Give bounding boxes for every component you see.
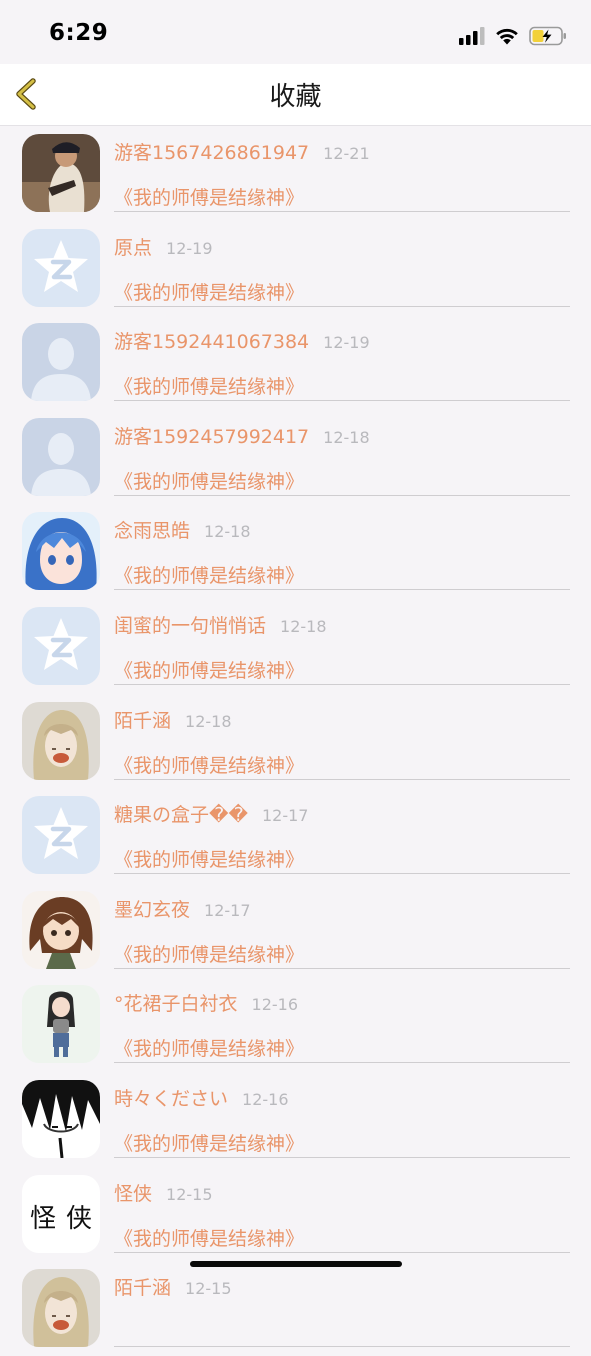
user-name: 游客1567426861947 bbox=[114, 142, 310, 164]
user-name: 陌千涵 bbox=[114, 709, 172, 732]
row-divider bbox=[114, 400, 570, 402]
favorite-date: 12-17 bbox=[261, 806, 309, 826]
book-title[interactable]: 《我的师傅是结缘神》 bbox=[114, 183, 304, 210]
avatar[interactable] bbox=[22, 796, 100, 875]
row-divider bbox=[114, 589, 570, 591]
favorite-date: 12-18 bbox=[323, 427, 370, 447]
avatar[interactable] bbox=[22, 134, 100, 212]
row-divider bbox=[114, 683, 570, 685]
user-name: 墨幻玄夜 bbox=[114, 898, 191, 921]
avatar[interactable] bbox=[22, 701, 100, 780]
favorite-date: 12-17 bbox=[204, 900, 251, 920]
avatar[interactable] bbox=[22, 606, 100, 685]
book-title[interactable]: 《我的师傅是结缘神》 bbox=[114, 278, 304, 305]
book-title[interactable]: 《我的师傅是结缘神》 bbox=[114, 940, 304, 967]
user-name: °花裙子白衬衣 bbox=[114, 993, 238, 1016]
book-title[interactable]: 《我的师傅是结缘神》 bbox=[114, 845, 304, 872]
avatar[interactable] bbox=[22, 890, 100, 969]
book-title[interactable]: 《我的师傅是结缘神》 bbox=[114, 1224, 304, 1251]
list-item[interactable]: 糖果の盒子�� 12-17 《我的师傅是结缘神》 bbox=[0, 788, 591, 883]
favorite-date: 12-21 bbox=[323, 144, 370, 163]
book-title[interactable]: 《我的师傅是结缘神》 bbox=[114, 467, 304, 494]
book-title[interactable]: 《我的师傅是结缘神》 bbox=[114, 372, 304, 399]
list-item[interactable]: 怪侠怪侠 12-15 《我的师傅是结缘神》 bbox=[0, 1167, 591, 1262]
user-name: 怪侠 bbox=[114, 1182, 153, 1205]
list-item[interactable]: 原点 12-19 《我的师傅是结缘神》 bbox=[0, 221, 591, 316]
list-item[interactable]: 游客1567426861947 12-21 《我的师傅是结缘神》 bbox=[0, 126, 591, 221]
list-item[interactable]: 念雨思皓 12-18 《我的师傅是结缘神》 bbox=[0, 504, 591, 599]
list-item[interactable]: 墨幻玄夜 12-17 《我的师傅是结缘神》 bbox=[0, 883, 591, 978]
row-divider bbox=[114, 211, 570, 212]
avatar[interactable] bbox=[22, 1079, 100, 1158]
book-title[interactable]: 《我的师傅是结缘神》 bbox=[114, 656, 304, 683]
row-divider bbox=[114, 1251, 570, 1253]
favorite-date: 12-15 bbox=[166, 1184, 213, 1204]
avatar[interactable] bbox=[22, 1269, 100, 1348]
home-indicator[interactable] bbox=[190, 1261, 402, 1267]
list-item[interactable]: 陌千涵 12-15 bbox=[0, 1261, 591, 1356]
avatar[interactable] bbox=[22, 417, 100, 496]
row-divider bbox=[114, 305, 570, 307]
list-item[interactable]: °花裙子白衬衣 12-16 《我的师傅是结缘神》 bbox=[0, 977, 591, 1072]
cellular-signal-icon bbox=[459, 27, 485, 45]
row-divider bbox=[114, 967, 570, 969]
favorite-date: 12-18 bbox=[185, 711, 232, 731]
book-title[interactable]: 《我的师傅是结缘神》 bbox=[114, 1034, 304, 1061]
avatar[interactable] bbox=[22, 512, 100, 591]
row-divider bbox=[114, 1156, 570, 1158]
avatar[interactable] bbox=[22, 228, 100, 307]
svg-text:怪: 怪 bbox=[30, 1204, 56, 1234]
row-divider bbox=[114, 778, 570, 780]
list-item[interactable]: 陌千涵 12-18 《我的师傅是结缘神》 bbox=[0, 694, 591, 789]
favorite-date: 12-19 bbox=[166, 238, 213, 258]
svg-text:侠: 侠 bbox=[66, 1204, 92, 1234]
avatar[interactable] bbox=[22, 323, 100, 402]
favorite-date: 12-18 bbox=[280, 616, 327, 636]
status-bar: 6:29 bbox=[0, 0, 591, 64]
row-divider bbox=[114, 873, 570, 875]
favorite-date: 12-18 bbox=[204, 522, 251, 542]
user-name: 闺蜜的一句悄悄话 bbox=[114, 614, 267, 637]
book-title[interactable]: 《我的师傅是结缘神》 bbox=[114, 561, 304, 588]
status-time: 6:29 bbox=[49, 20, 109, 46]
row-divider bbox=[114, 1062, 570, 1064]
row-divider bbox=[114, 494, 570, 496]
row-divider bbox=[114, 1346, 570, 1348]
list-item[interactable]: 游客1592441067384 12-19 《我的师傅是结缘神》 bbox=[0, 315, 591, 410]
list-item[interactable]: 游客1592457992417 12-18 《我的师傅是结缘神》 bbox=[0, 410, 591, 505]
page-title: 收藏 bbox=[269, 82, 322, 112]
user-name: 游客1592441067384 bbox=[114, 331, 310, 354]
list-item[interactable]: 時々ください 12-16 《我的师傅是结缘神》 bbox=[0, 1072, 591, 1167]
status-icons bbox=[459, 22, 567, 50]
user-name: 時々ください bbox=[114, 1087, 229, 1110]
book-title[interactable]: 《我的师傅是结缘神》 bbox=[114, 1129, 304, 1156]
wifi-icon bbox=[496, 28, 518, 45]
favorite-date: 12-16 bbox=[251, 995, 299, 1015]
list-item[interactable]: 闺蜜的一句悄悄话 12-18 《我的师傅是结缘神》 bbox=[0, 599, 591, 694]
favorite-date: 12-15 bbox=[185, 1279, 232, 1299]
avatar[interactable]: 怪侠 bbox=[22, 1174, 100, 1253]
favorite-date: 12-19 bbox=[323, 333, 370, 353]
user-name: 原点 bbox=[114, 236, 153, 259]
user-name: 游客1592457992417 bbox=[114, 425, 310, 448]
battery-charging-icon bbox=[529, 26, 566, 46]
favorite-date: 12-16 bbox=[242, 1089, 289, 1109]
favorites-list: 游客1567426861947 12-21 《我的师傅是结缘神》 原点 12-19 《我的… bbox=[0, 126, 591, 1356]
user-name: 糖果の盒子�� bbox=[114, 804, 248, 827]
nav-bar: 收藏 bbox=[0, 64, 591, 126]
user-name: 念雨思皓 bbox=[114, 520, 191, 543]
book-title[interactable]: 《我的师傅是结缘神》 bbox=[114, 751, 304, 778]
user-name: 陌千涵 bbox=[114, 1277, 172, 1300]
avatar[interactable] bbox=[22, 985, 100, 1064]
